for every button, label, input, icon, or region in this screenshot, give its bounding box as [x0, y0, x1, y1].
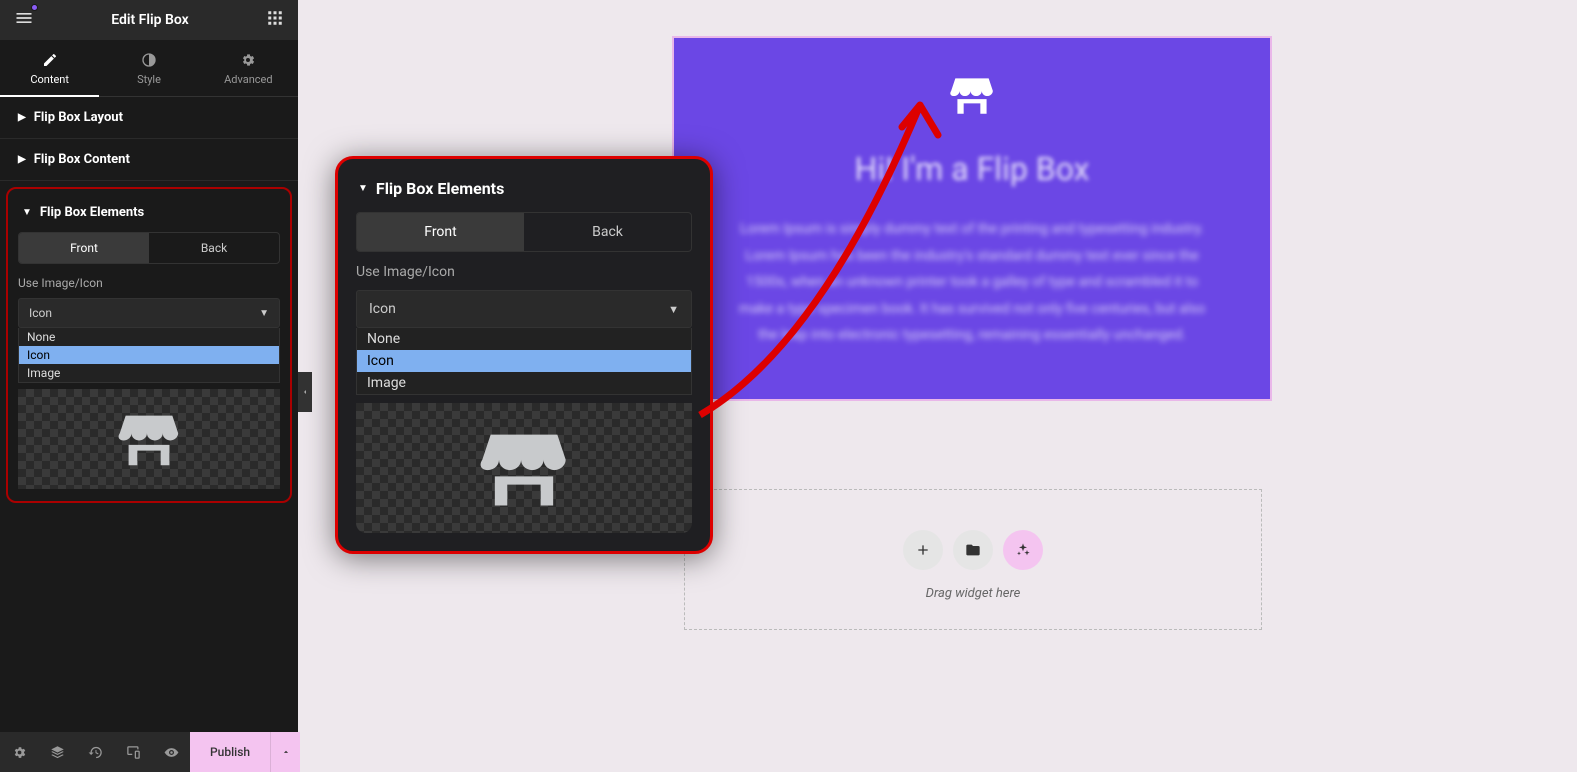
add-template-button[interactable]	[953, 530, 993, 570]
add-section-button[interactable]	[903, 530, 943, 570]
plus-icon	[915, 542, 931, 558]
grid-icon	[266, 9, 284, 27]
gear-icon	[240, 52, 256, 68]
sidebar-header: Edit Flip Box	[0, 0, 298, 40]
tab-label: Content	[30, 73, 69, 86]
editor-tabs: Content Style Advanced	[0, 40, 298, 97]
front-back-toggle: Front Back	[356, 212, 692, 252]
notification-dot	[31, 4, 38, 11]
option-none[interactable]: None	[357, 328, 691, 350]
widget-dropzone[interactable]: Drag widget here	[684, 489, 1262, 630]
flipbox-elements-overlay: ▼ Flip Box Elements Front Back Use Image…	[335, 156, 713, 554]
history-icon	[88, 745, 103, 760]
select-value: Icon	[369, 301, 396, 317]
toggle-back[interactable]: Back	[149, 233, 279, 263]
section-label: Flip Box Elements	[376, 179, 504, 198]
store-icon	[947, 70, 997, 120]
use-image-icon-label: Use Image/Icon	[18, 276, 280, 290]
dropzone-hint: Drag widget here	[685, 586, 1261, 601]
flipbox-widget[interactable]: Hi! I'm a Flip Box Lorem Ipsum is simply…	[672, 36, 1272, 401]
caret-right-icon: ▶	[18, 112, 26, 123]
droplet-icon	[141, 52, 157, 68]
flipbox-icon	[947, 70, 997, 120]
section-flipbox-elements[interactable]: ▼ Flip Box Elements	[18, 197, 280, 232]
flipbox-body: Lorem Ipsum is simply dummy text of the …	[732, 216, 1212, 349]
option-none[interactable]: None	[19, 328, 279, 346]
tab-advanced[interactable]: Advanced	[199, 40, 298, 96]
flipbox-heading: Hi! I'm a Flip Box	[724, 150, 1220, 188]
collapse-sidebar-button[interactable]	[298, 372, 312, 412]
tab-label: Advanced	[224, 73, 272, 86]
chevron-down-icon: ▼	[668, 303, 679, 316]
chevron-down-icon: ▼	[259, 308, 269, 319]
flipbox-elements-panel: ▼ Flip Box Elements Front Back Use Image…	[6, 187, 292, 503]
section-label: Flip Box Elements	[40, 205, 144, 220]
toggle-back[interactable]: Back	[524, 213, 691, 251]
section-flipbox-elements[interactable]: ▼ Flip Box Elements	[356, 173, 692, 212]
select-dropdown: None Icon Image	[18, 328, 280, 383]
menu-button[interactable]	[14, 8, 34, 32]
store-icon	[114, 404, 184, 474]
use-image-icon-select[interactable]: Icon ▼	[356, 290, 692, 328]
responsive-button[interactable]	[114, 732, 152, 772]
caret-down-icon: ▼	[358, 183, 368, 194]
history-button[interactable]	[76, 732, 114, 772]
icon-preview[interactable]	[356, 403, 692, 533]
widgets-button[interactable]	[266, 9, 284, 31]
panel-title: Edit Flip Box	[111, 12, 189, 28]
layers-icon	[50, 745, 65, 760]
navigator-button[interactable]	[38, 732, 76, 772]
publish-wrap: Publish	[190, 732, 300, 772]
select-value: Icon	[29, 306, 52, 320]
caret-right-icon: ▶	[18, 154, 26, 165]
sidebar-footer: Publish	[0, 732, 298, 772]
toggle-front[interactable]: Front	[357, 213, 524, 251]
publish-button[interactable]: Publish	[190, 732, 270, 772]
pencil-icon	[42, 52, 58, 68]
toggle-front[interactable]: Front	[19, 233, 149, 263]
store-icon	[474, 418, 574, 518]
icon-preview[interactable]	[18, 389, 280, 489]
select-dropdown: None Icon Image	[356, 328, 692, 395]
tab-label: Style	[137, 73, 161, 86]
eye-icon	[164, 745, 179, 760]
caret-down-icon: ▼	[22, 207, 32, 218]
caret-left-icon	[301, 388, 309, 396]
tab-content[interactable]: Content	[0, 40, 99, 96]
sparkle-icon	[1015, 542, 1031, 558]
ai-button[interactable]	[1003, 530, 1043, 570]
section-label: Flip Box Content	[34, 152, 130, 167]
section-label: Flip Box Layout	[34, 110, 123, 125]
publish-options-button[interactable]	[270, 732, 300, 772]
gear-icon	[12, 745, 27, 760]
settings-button[interactable]	[0, 732, 38, 772]
responsive-icon	[126, 745, 141, 760]
section-flipbox-content[interactable]: ▶ Flip Box Content	[0, 139, 298, 181]
option-image[interactable]: Image	[357, 372, 691, 394]
editor-sidebar: Edit Flip Box Content Style Advanced ▶ F…	[0, 0, 298, 772]
dropzone-actions	[685, 530, 1261, 570]
option-icon[interactable]: Icon	[357, 350, 691, 372]
use-image-icon-label: Use Image/Icon	[356, 264, 692, 280]
folder-icon	[965, 542, 981, 558]
tab-style[interactable]: Style	[99, 40, 198, 96]
option-icon[interactable]: Icon	[19, 346, 279, 364]
hamburger-icon	[14, 8, 34, 28]
preview-button[interactable]	[152, 732, 190, 772]
chevron-up-icon	[281, 747, 291, 757]
option-image[interactable]: Image	[19, 364, 279, 382]
section-flipbox-layout[interactable]: ▶ Flip Box Layout	[0, 97, 298, 139]
front-back-toggle: Front Back	[18, 232, 280, 264]
use-image-icon-select[interactable]: Icon ▼	[18, 298, 280, 328]
